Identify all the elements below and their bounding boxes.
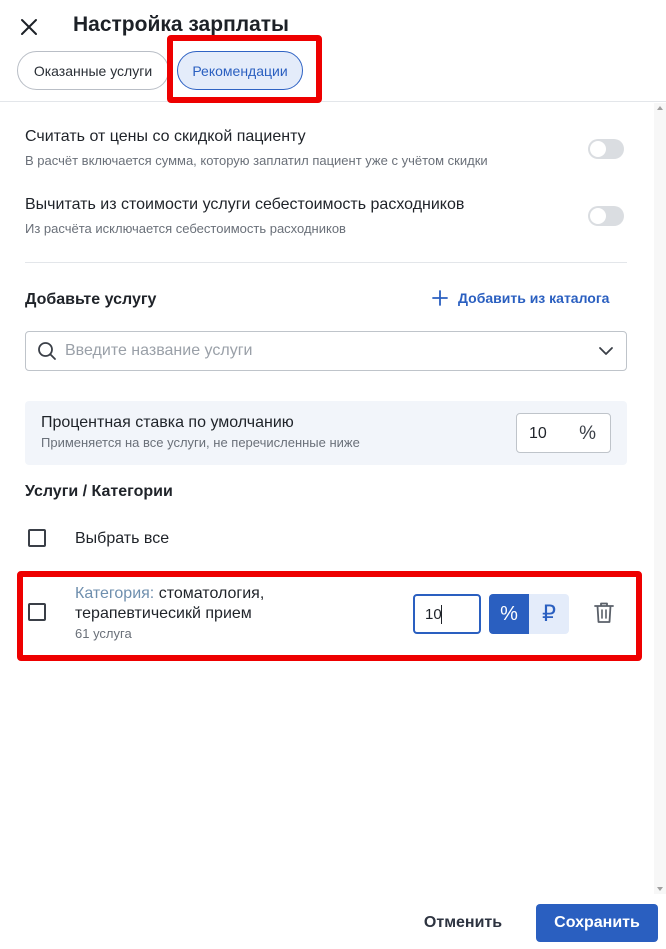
category-name-line2: терапевтичесикй прием (75, 605, 252, 622)
dialog-header: Настройка зарплаты Оказанные услуги Реко… (0, 0, 666, 102)
text-caret (441, 605, 442, 624)
trash-icon[interactable] (593, 601, 615, 625)
scroll-down-arrow[interactable] (657, 887, 663, 891)
option-consumables-toggle[interactable] (588, 206, 624, 226)
cancel-button[interactable]: Отменить (408, 904, 518, 942)
percent-unit: % (579, 423, 596, 444)
category-prefix: Категория: (75, 585, 155, 602)
category-service-count: 61 услуга (75, 626, 132, 641)
service-search[interactable] (25, 331, 627, 371)
search-input[interactable] (65, 332, 585, 370)
tab-rendered-services[interactable]: Оказанные услуги (17, 51, 169, 90)
select-all-checkbox[interactable] (28, 529, 46, 547)
category-rate-input[interactable]: 10 (413, 594, 481, 634)
add-from-catalog-button[interactable]: Добавить из каталога (432, 290, 609, 306)
divider (25, 262, 627, 263)
search-icon (38, 342, 56, 360)
category-rate-value: 10 (425, 606, 442, 623)
save-button[interactable]: Сохранить (536, 904, 658, 942)
close-icon (21, 19, 37, 35)
services-title: Услуги / Категории (25, 483, 173, 500)
dialog-footer: Отменить Сохранить (0, 894, 666, 949)
option-discount-toggle[interactable] (588, 139, 624, 159)
category-checkbox[interactable] (28, 603, 46, 621)
add-from-catalog-label: Добавить из каталога (458, 290, 610, 306)
plus-icon (432, 290, 448, 306)
unit-ruble-button[interactable]: ₽ (529, 594, 569, 634)
scroll-up-arrow[interactable] (657, 106, 663, 110)
default-rate-panel: Процентная ставка по умолчанию Применяет… (25, 401, 627, 465)
add-service-title: Добавьте услугу (25, 291, 157, 308)
option-consumables-title: Вычитать из стоимости услуги себестоимос… (25, 196, 465, 213)
page-title: Настройка зарплаты (73, 13, 289, 36)
default-rate-value: 10 (529, 425, 547, 442)
option-discount-description: В расчёт включается сумма, которую запла… (25, 153, 488, 168)
default-rate-title: Процентная ставка по умолчанию (41, 414, 294, 431)
category-name-line1: Категория: стоматология, (75, 585, 264, 603)
scrollbar[interactable] (654, 103, 666, 894)
select-all-label: Выбрать все (75, 530, 170, 547)
option-consumables-description: Из расчёта исключается себестоимость рас… (25, 221, 346, 236)
close-button[interactable] (14, 12, 44, 42)
option-discount-title: Считать от цены со скидкой пациенту (25, 128, 306, 145)
chevron-down-icon[interactable] (598, 343, 614, 359)
category-name: стоматология, (158, 585, 265, 602)
default-rate-input[interactable]: 10 % (516, 413, 611, 453)
default-rate-description: Применяется на все услуги, не перечислен… (41, 435, 360, 450)
unit-percent-button[interactable]: % (489, 594, 529, 634)
tab-recommendations[interactable]: Рекомендации (177, 51, 303, 90)
